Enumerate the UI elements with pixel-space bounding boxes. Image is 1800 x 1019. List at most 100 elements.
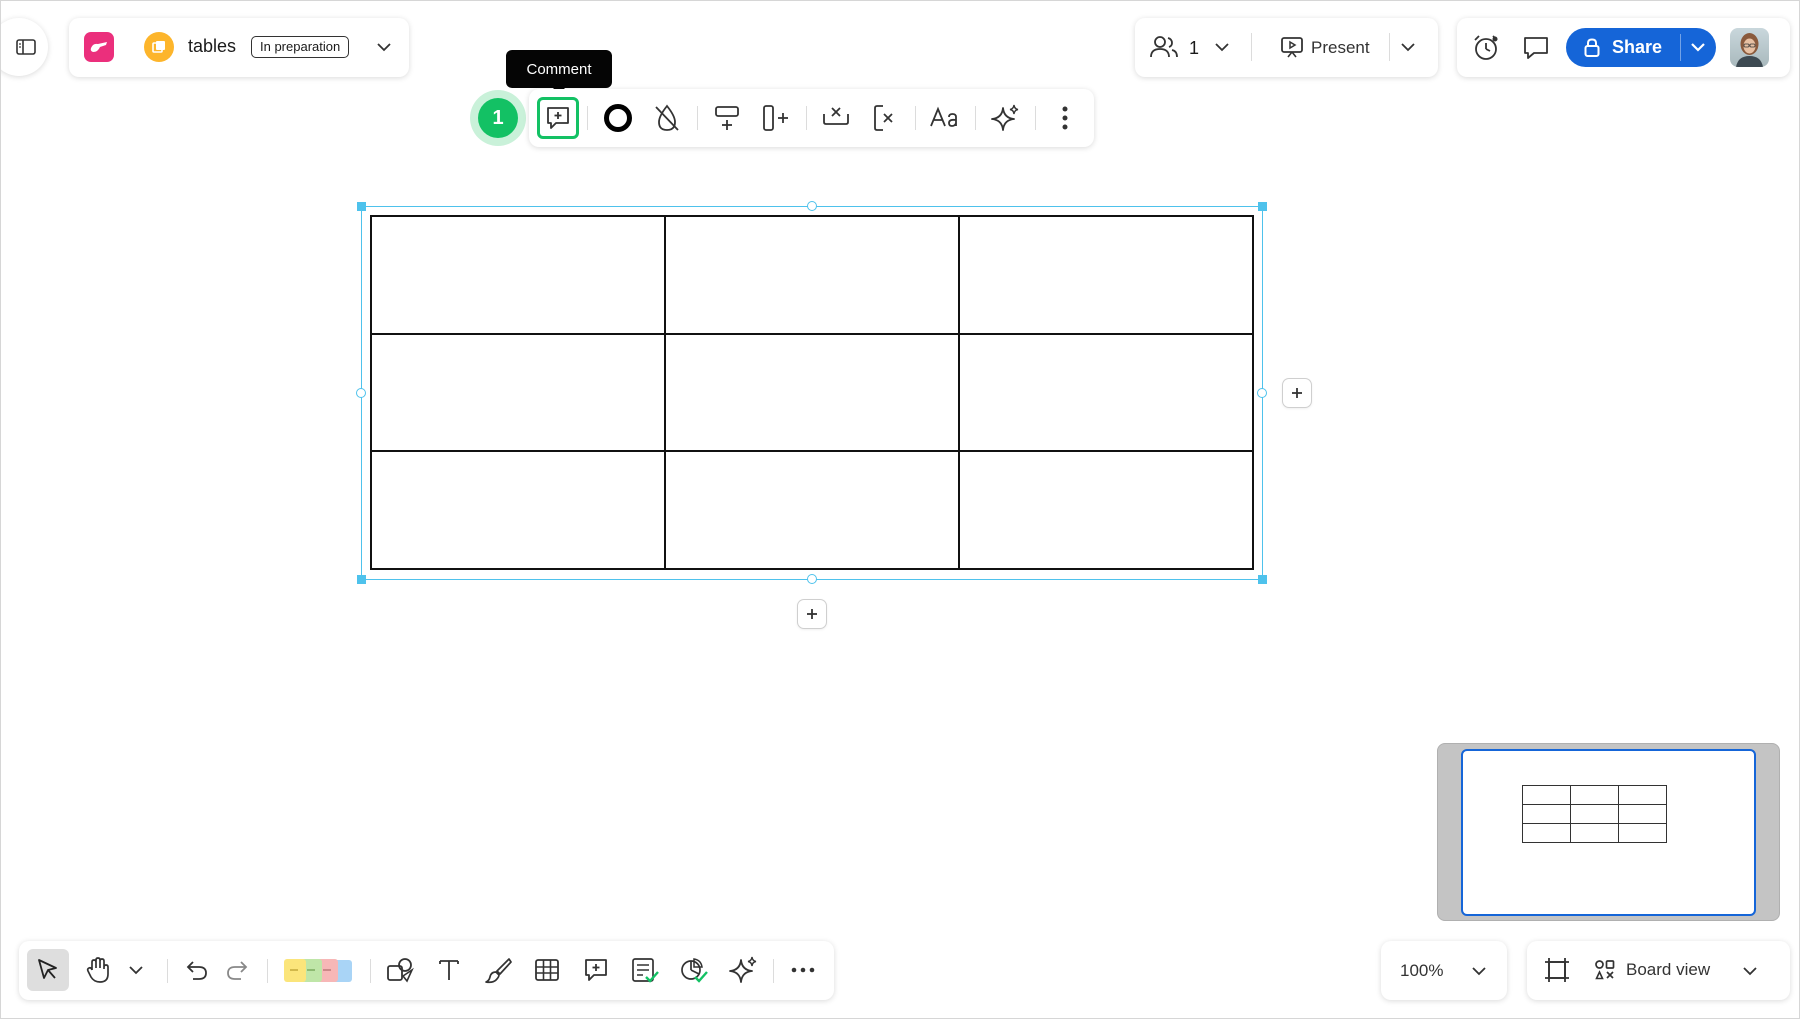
- tooltip: Comment: [506, 50, 612, 88]
- divider: [773, 959, 774, 983]
- add-column-button[interactable]: [755, 97, 797, 139]
- undo-button[interactable]: [176, 949, 218, 991]
- add-column-icon: [761, 103, 791, 133]
- delete-column-button[interactable]: [864, 97, 906, 139]
- resize-handle[interactable]: [356, 388, 366, 398]
- shapes-tool-button[interactable]: [379, 949, 421, 991]
- border-color-button[interactable]: [597, 97, 639, 139]
- add-row-inline-button[interactable]: [798, 600, 826, 628]
- table-row: [370, 450, 1254, 570]
- present-icon[interactable]: [1278, 33, 1306, 61]
- comment-plus-icon: [545, 106, 571, 130]
- board-view-button[interactable]: Board view: [1626, 960, 1710, 980]
- fill-color-button[interactable]: [646, 97, 688, 139]
- chevron-down-icon[interactable]: [1686, 36, 1710, 58]
- step-badge: 1: [478, 98, 518, 138]
- divider: [806, 106, 807, 130]
- checklist-icon: [630, 956, 660, 984]
- sidebar-toggle-button[interactable]: [0, 18, 48, 76]
- chevron-down-icon[interactable]: [1736, 957, 1764, 985]
- users-count[interactable]: 1: [1189, 38, 1199, 59]
- frames-icon[interactable]: [1540, 953, 1574, 987]
- ai-tool-button[interactable]: [722, 949, 764, 991]
- undo-icon: [184, 958, 210, 982]
- status-badge[interactable]: In preparation: [251, 36, 350, 58]
- select-tool-button[interactable]: [27, 949, 69, 991]
- zoom-level[interactable]: 100%: [1400, 961, 1443, 981]
- table-icon: [534, 957, 560, 983]
- divider: [1251, 33, 1252, 61]
- chevron-down-icon[interactable]: [1208, 33, 1236, 61]
- more-options-button[interactable]: [1044, 97, 1086, 139]
- board-view-icon[interactable]: [1592, 957, 1618, 983]
- table[interactable]: [370, 215, 1254, 570]
- sticky-notes-icon: [282, 955, 354, 985]
- comment-tool-button[interactable]: [575, 949, 617, 991]
- more-horizontal-icon: [790, 966, 816, 974]
- table-cell[interactable]: [664, 450, 960, 570]
- add-row-icon: [713, 103, 741, 133]
- table-row: [370, 215, 1254, 335]
- sparkle-icon: [728, 955, 758, 985]
- circle-outline-icon: [603, 103, 633, 133]
- board-icon: [144, 32, 174, 62]
- diagram-button[interactable]: [673, 949, 715, 991]
- chevron-down-icon[interactable]: [122, 949, 150, 991]
- more-tools-button[interactable]: [782, 949, 824, 991]
- resize-handle[interactable]: [807, 201, 817, 211]
- chevron-down-icon[interactable]: [1465, 957, 1493, 985]
- table-cell[interactable]: [370, 215, 666, 335]
- share-button[interactable]: Share: [1566, 28, 1716, 67]
- delete-row-icon: [821, 104, 851, 132]
- present-button[interactable]: Present: [1311, 38, 1370, 58]
- redo-button[interactable]: [216, 949, 258, 991]
- delete-row-button[interactable]: [815, 97, 857, 139]
- shapes-icon: [385, 956, 415, 984]
- board-header: [69, 18, 409, 77]
- text-icon: [437, 957, 461, 983]
- table-cell[interactable]: [664, 215, 960, 335]
- pen-tool-button[interactable]: [477, 949, 519, 991]
- text-tool-button[interactable]: [428, 949, 470, 991]
- add-row-button[interactable]: [706, 97, 748, 139]
- timer-icon[interactable]: [1470, 32, 1502, 64]
- resize-handle[interactable]: [357, 575, 366, 584]
- sidebar-icon: [16, 39, 36, 55]
- plus-icon: [805, 607, 819, 621]
- add-comment-button[interactable]: [537, 97, 579, 139]
- resize-handle[interactable]: [357, 202, 366, 211]
- board-name[interactable]: tables: [188, 36, 236, 57]
- users-icon[interactable]: [1148, 32, 1180, 62]
- table-cell[interactable]: [370, 450, 666, 570]
- table-tool-button[interactable]: [526, 949, 568, 991]
- hand-tool-button[interactable]: [77, 949, 119, 991]
- comments-icon[interactable]: [1520, 32, 1552, 64]
- add-column-inline-button[interactable]: [1283, 379, 1311, 407]
- redo-icon: [224, 958, 250, 982]
- resize-handle[interactable]: [1257, 388, 1267, 398]
- ai-assist-button[interactable]: [984, 97, 1026, 139]
- divider: [1035, 106, 1036, 130]
- hand-icon: [85, 956, 111, 984]
- cursor-icon: [35, 957, 61, 983]
- resize-handle[interactable]: [1258, 202, 1267, 211]
- table-cell[interactable]: [370, 332, 666, 453]
- lock-icon: [1584, 38, 1600, 58]
- table-cell[interactable]: [958, 332, 1254, 453]
- divider: [1680, 34, 1681, 61]
- avatar[interactable]: [1730, 28, 1769, 67]
- resize-handle[interactable]: [1258, 575, 1267, 584]
- divider: [370, 959, 371, 983]
- templates-button[interactable]: [624, 949, 666, 991]
- table-cell[interactable]: [958, 450, 1254, 570]
- chevron-down-icon[interactable]: [370, 33, 398, 61]
- table-cell[interactable]: [958, 215, 1254, 335]
- text-style-button[interactable]: [924, 97, 966, 139]
- table-cell[interactable]: [664, 332, 960, 453]
- sticky-notes-button[interactable]: [280, 949, 356, 991]
- brush-icon: [484, 956, 512, 984]
- resize-handle[interactable]: [807, 574, 817, 584]
- chevron-down-icon[interactable]: [1394, 33, 1422, 61]
- app-logo-icon[interactable]: [84, 32, 114, 62]
- more-vertical-icon: [1061, 105, 1069, 131]
